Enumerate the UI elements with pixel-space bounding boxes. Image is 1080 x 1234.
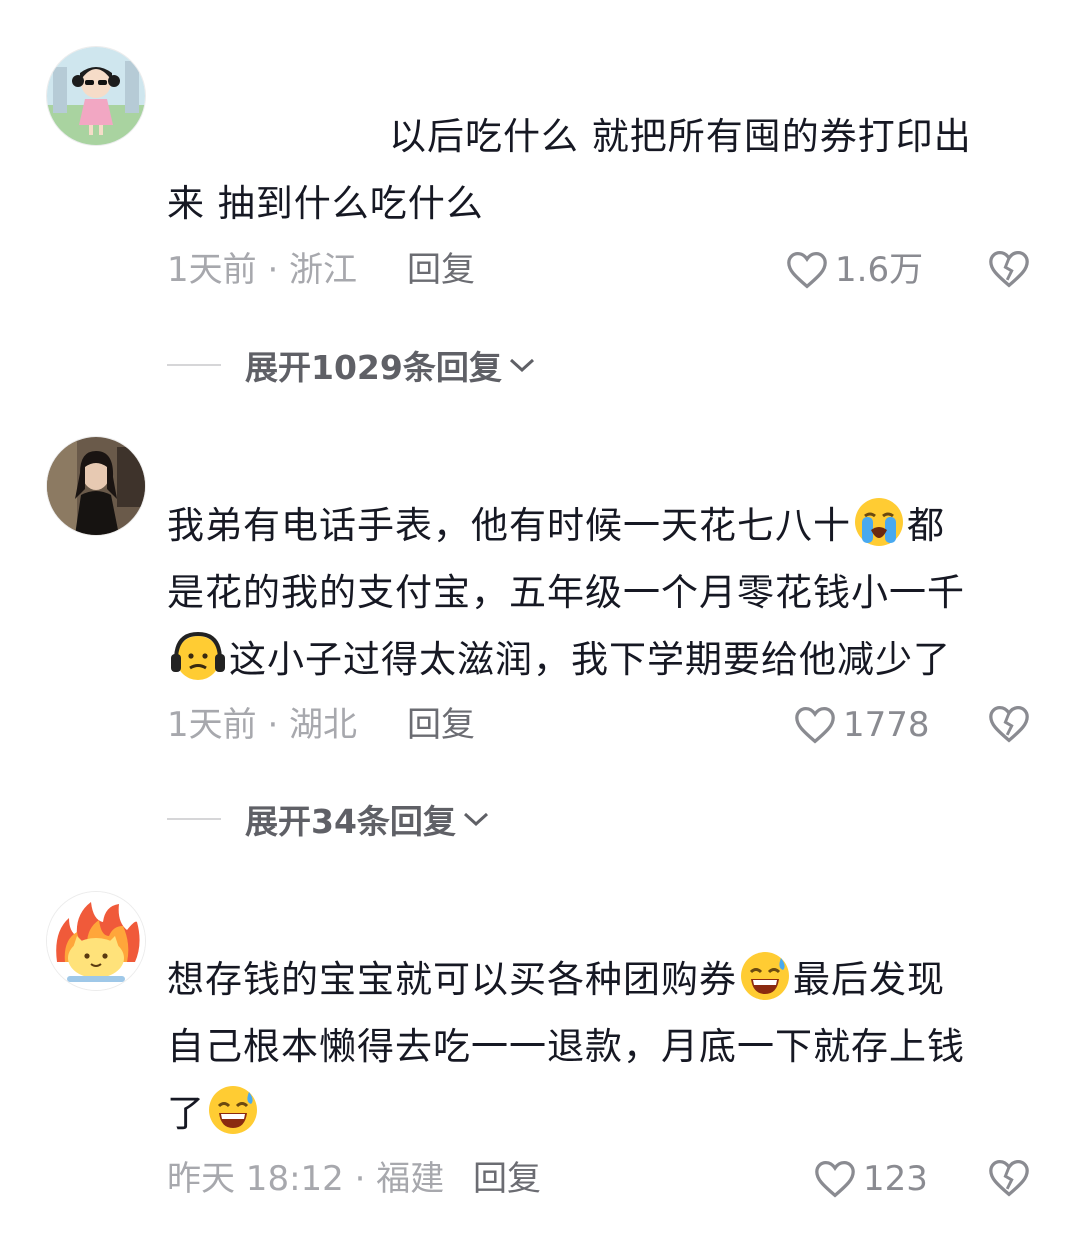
avatar[interactable] [46, 46, 146, 146]
divider [167, 818, 221, 820]
comment-text-segment: 想存钱的宝宝就可以买各种团购券 [167, 958, 737, 1001]
comment-time-location: 昨天 18:12 · 福建 [167, 1159, 445, 1199]
avatar-fire-cat-image [47, 892, 145, 990]
comment-text: 以后吃什么 就把所有囤的券打印出 来 抽到什么吃什么 [167, 103, 1027, 237]
expand-replies-label: 展开34条回复 [245, 802, 456, 841]
comment-text-segment: 最后发现 [793, 958, 945, 1001]
heart-outline-icon [795, 706, 835, 744]
chevron-down-icon [509, 358, 534, 373]
loudly-crying-face-emoji [855, 498, 903, 546]
comment-meta: 1天前 · 浙江 回复 1.6万 [167, 245, 1047, 295]
heart-outline-icon [787, 251, 827, 289]
comment-meta: 昨天 18:12 · 福建 回复 123 [167, 1154, 1047, 1204]
chevron-down-icon [463, 812, 488, 827]
comment-text-line: 自己根本懒得去吃一一退款，月底一下就存上钱 [167, 1025, 965, 1068]
reply-button[interactable]: 回复 [407, 700, 475, 750]
grinning-sweat-face-emoji [209, 1086, 257, 1134]
like-button[interactable]: 1.6万 [785, 245, 923, 295]
comment-meta: 1天前 · 湖北 回复 1778 [167, 700, 1047, 750]
comment-time-location: 1天前 · 浙江 [167, 250, 358, 290]
like-button[interactable]: 1778 [793, 700, 930, 750]
divider [167, 364, 221, 366]
avatar[interactable] [46, 891, 146, 991]
expand-replies-button[interactable]: 展开1029条回复 [167, 340, 536, 390]
headphones-face-emoji [171, 631, 225, 680]
like-button[interactable]: 123 [813, 1154, 928, 1204]
comment-text-line: 这小子过得太滋润，我下学期要给他减少了 [167, 626, 1027, 693]
dislike-button[interactable] [987, 249, 1031, 303]
like-count: 1.6万 [835, 250, 924, 290]
dislike-button[interactable] [987, 1158, 1031, 1212]
like-count: 1778 [843, 705, 930, 745]
avatar-portrait-image [47, 437, 145, 535]
comment-text: 我弟有电话手表，他有时候一天花七八十 都 是花的我的支付宝，五年级一个月零花钱小… [167, 492, 1027, 693]
reply-button[interactable]: 回复 [473, 1154, 541, 1204]
dislike-button[interactable] [987, 704, 1031, 758]
comment-text-segment: 我弟有电话手表，他有时候一天花七八十 [167, 504, 851, 547]
comment-text-line: 来 抽到什么吃什么 [167, 182, 484, 225]
grinning-sweat-face-emoji [741, 952, 789, 1000]
comment-text-line: 了 [167, 1080, 1027, 1147]
comment-text: 想存钱的宝宝就可以买各种团购券 最后发现 自己根本懒得去吃一一退款，月底一下就存… [167, 946, 1027, 1147]
avatar-cartoon-girl-image [47, 47, 145, 145]
comment-time-location: 1天前 · 湖北 [167, 705, 358, 745]
reply-button[interactable]: 回复 [407, 245, 475, 295]
comment-text-line: 是花的我的支付宝，五年级一个月零花钱小一千 [167, 571, 965, 614]
comment-text-segment: 这小子过得太滋润，我下学期要给他减少了 [229, 638, 951, 681]
comment-text-line: 我弟有电话手表，他有时候一天花七八十 都 [167, 492, 1027, 559]
comment-text-segment: 都 [907, 504, 945, 547]
broken-heart-icon [989, 1159, 1029, 1197]
expand-replies-button[interactable]: 展开34条回复 [167, 794, 490, 844]
like-count: 123 [863, 1159, 928, 1199]
heart-outline-icon [815, 1160, 855, 1198]
avatar[interactable] [46, 436, 146, 536]
broken-heart-icon [989, 705, 1029, 743]
comment-text-line: 以后吃什么 就把所有囤的券打印出 [389, 115, 972, 158]
comment-text-line: 想存钱的宝宝就可以买各种团购券 最后发现 [167, 946, 1027, 1013]
expand-replies-label: 展开1029条回复 [245, 348, 502, 387]
broken-heart-icon [989, 250, 1029, 288]
comment-text-segment: 了 [167, 1092, 205, 1135]
